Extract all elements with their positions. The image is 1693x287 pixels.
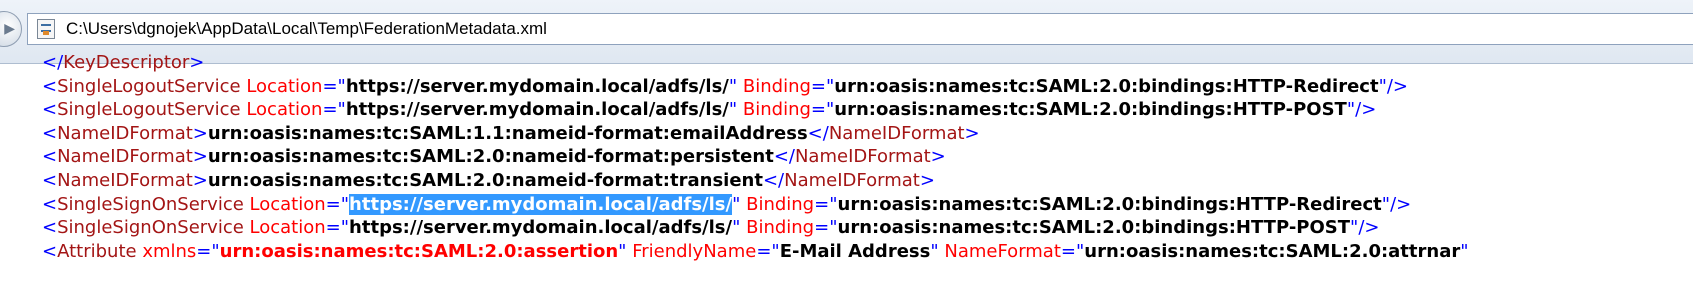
xml-attr-value: https://server.mydomain.local/adfs/ls/ xyxy=(345,75,729,97)
punct: < xyxy=(42,240,58,262)
xml-text-content: urn:oasis:names:tc:SAML:2.0:nameid-forma… xyxy=(207,146,774,168)
punct: </ xyxy=(762,169,785,191)
punct: =" xyxy=(325,193,350,215)
punct: " xyxy=(728,99,738,121)
punct: </ xyxy=(42,52,64,73)
punct: < xyxy=(42,169,58,191)
punct: =" xyxy=(322,99,346,121)
punct: < xyxy=(42,75,58,97)
punct: =" xyxy=(325,217,350,239)
xml-text-content: urn:oasis:names:tc:SAML:2.0:nameid-forma… xyxy=(207,169,763,191)
xml-line: <Attribute xmlns="urn:oasis:names:tc:SAM… xyxy=(42,240,1693,264)
punct: < xyxy=(42,146,58,168)
xml-attr-name: NameFormat xyxy=(944,240,1061,262)
xml-attr-value: https://server.mydomain.local/adfs/ls/ xyxy=(349,217,733,239)
xml-tag-name: NameIDFormat xyxy=(828,122,965,144)
punct: > xyxy=(189,52,205,73)
xml-attr-value: urn:oasis:names:tc:SAML:2.0:assertion xyxy=(219,240,619,262)
punct: " xyxy=(728,75,738,97)
xml-attr-value: urn:oasis:names:tc:SAML:2.0:bindings:HTT… xyxy=(834,99,1347,121)
punct: /> xyxy=(1355,99,1377,121)
punct: " xyxy=(732,193,741,215)
page-icon xyxy=(37,19,55,39)
punct: =" xyxy=(196,240,220,262)
xml-line: <SingleSignOnService Location="https://s… xyxy=(42,216,1693,240)
xml-attr-name: Location xyxy=(246,75,323,97)
xml-line: <SingleLogoutService Location="https://s… xyxy=(42,75,1693,99)
xml-attr-name: Location xyxy=(246,99,323,121)
xml-tag-name: SingleSignOnService xyxy=(57,217,244,239)
punct: " xyxy=(618,240,627,262)
punct: " xyxy=(1381,193,1391,215)
xml-attr-name: Location xyxy=(249,217,326,239)
xml-line: <SingleLogoutService Location="https://s… xyxy=(42,98,1693,122)
xml-attr-value: urn:oasis:names:tc:SAML:2.0:attrnar xyxy=(1084,240,1461,262)
xml-attr-value: https://server.mydomain.local/adfs/ls/ xyxy=(345,99,729,121)
xml-line: <SingleSignOnService Location="https://s… xyxy=(42,193,1693,217)
xml-attr-name: Binding xyxy=(746,217,815,239)
address-bar[interactable]: C:\Users\dgnojek\AppData\Local\Temp\Fede… xyxy=(27,13,1693,45)
punct: < xyxy=(42,193,58,215)
punct: > xyxy=(964,122,980,144)
punct: " xyxy=(930,240,939,262)
selected-text[interactable]: https://server.mydomain.local/adfs/ls/ xyxy=(349,193,733,215)
xml-line: <NameIDFormat>urn:oasis:names:tc:SAML:1.… xyxy=(42,122,1693,146)
punct: =" xyxy=(810,75,835,97)
punct: " xyxy=(1378,75,1387,97)
punct: </ xyxy=(807,122,829,144)
punct: < xyxy=(42,122,58,144)
xml-tag-name: SingleLogoutService xyxy=(57,75,241,97)
xml-attr-value: urn:oasis:names:tc:SAML:2.0:bindings:HTT… xyxy=(837,193,1382,215)
xml-attr-value: urn:oasis:names:tc:SAML:2.0:bindings:HTT… xyxy=(834,75,1379,97)
xml-tag-name: Attribute xyxy=(57,240,137,262)
punct: =" xyxy=(1060,240,1085,262)
punct: " xyxy=(1346,99,1356,121)
punct: > xyxy=(919,169,935,191)
punct: </ xyxy=(773,146,795,168)
xml-document: </KeyDescriptor> <SingleLogoutService Loc… xyxy=(42,51,1693,263)
punct: < xyxy=(42,217,58,239)
punct: =" xyxy=(756,240,780,262)
xml-tag-name: NameIDFormat xyxy=(57,169,193,191)
xml-tag-name: NameIDFormat xyxy=(57,146,193,168)
xml-attr-value: urn:oasis:names:tc:SAML:2.0:bindings:HTT… xyxy=(837,217,1351,239)
xml-attr-name: Location xyxy=(249,193,326,215)
xml-tag-name: KeyDescriptor xyxy=(63,52,190,73)
punct: =" xyxy=(814,217,838,239)
xml-tag-name: SingleSignOnService xyxy=(57,193,244,215)
xml-line: </KeyDescriptor> xyxy=(42,51,1693,75)
xml-tag-name: NameIDFormat xyxy=(57,122,193,144)
xml-tag-name: NameIDFormat xyxy=(794,146,931,168)
xml-attr-name: Binding xyxy=(742,99,811,121)
xml-attr-name: xmlns xyxy=(142,240,197,262)
punct: > xyxy=(930,146,946,168)
xml-line: <NameIDFormat>urn:oasis:names:tc:SAML:2.… xyxy=(42,145,1693,169)
xml-tag-name: NameIDFormat xyxy=(784,169,920,191)
punct: " xyxy=(1460,240,1469,262)
xml-attr-name: FriendlyName xyxy=(632,240,757,262)
punct: < xyxy=(42,99,58,121)
xml-tag-name: SingleLogoutService xyxy=(57,99,241,121)
punct: > xyxy=(192,169,208,191)
punct: =" xyxy=(810,99,835,121)
punct: /> xyxy=(1386,75,1409,97)
xml-line: <NameIDFormat>urn:oasis:names:tc:SAML:2.… xyxy=(42,169,1693,193)
punct: /> xyxy=(1358,217,1380,239)
punct: =" xyxy=(814,193,838,215)
xml-attr-name: Binding xyxy=(742,75,811,97)
xml-attr-name: Binding xyxy=(746,193,815,215)
address-text[interactable]: C:\Users\dgnojek\AppData\Local\Temp\Fede… xyxy=(66,19,547,39)
punct: " xyxy=(732,217,741,239)
punct: > xyxy=(192,146,208,168)
back-arrow-icon[interactable]: ▶ xyxy=(0,11,22,47)
punct: /> xyxy=(1390,193,1412,215)
xml-attr-value: E-Mail Address xyxy=(779,240,931,262)
punct: > xyxy=(192,122,208,144)
xml-text-content: urn:oasis:names:tc:SAML:1.1:nameid-forma… xyxy=(207,122,808,144)
punct: =" xyxy=(322,75,346,97)
